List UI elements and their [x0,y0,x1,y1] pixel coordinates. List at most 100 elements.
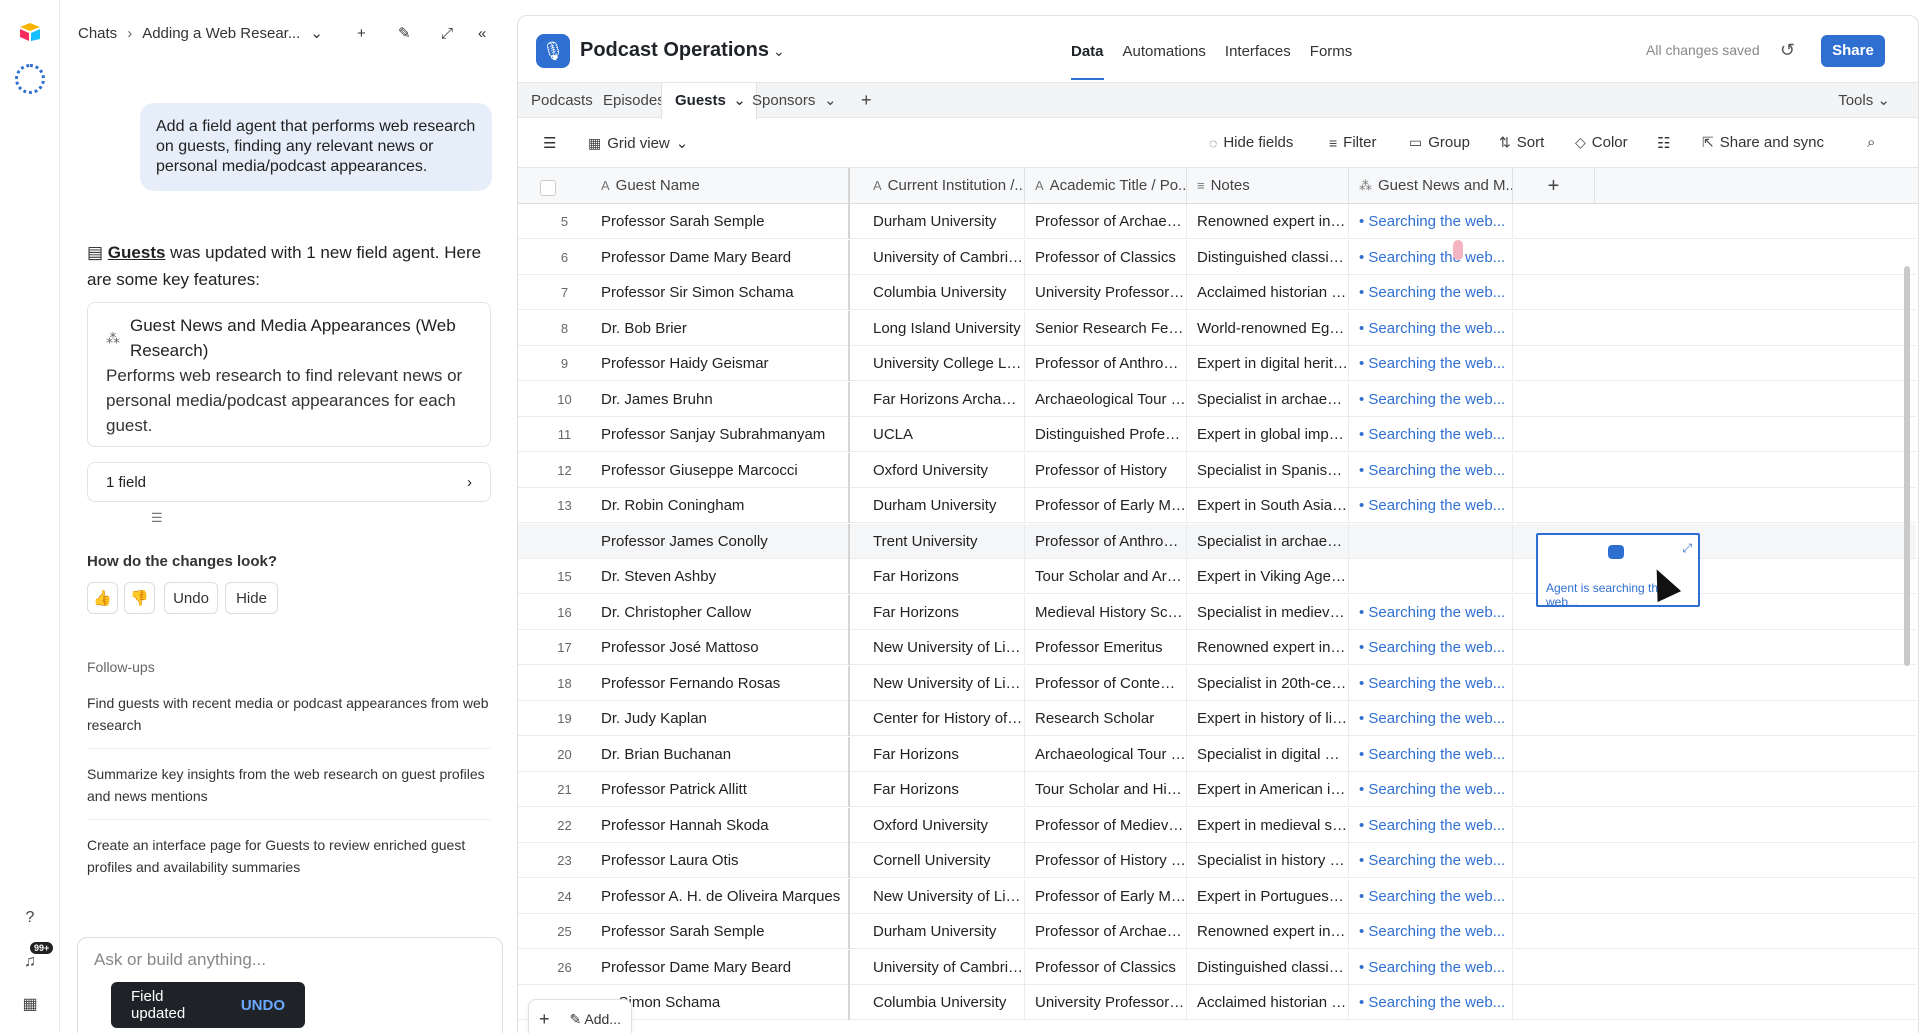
cell-name[interactable]: Professor Patrick Allitt [591,772,850,807]
cell-notes[interactable]: Renowned expert in medi... [1187,204,1349,239]
cell-title[interactable]: Professor of Classics [1025,949,1187,985]
cell-web[interactable]: Searching the web... [1349,381,1513,417]
cell-web[interactable]: Searching the web... [1349,949,1513,985]
cell-title[interactable]: University Professor of Ar... [1025,275,1187,310]
field-count-button[interactable]: 1 field › [87,462,491,502]
cell-web[interactable]: Searching the web... [1349,843,1513,878]
cell-notes[interactable]: Distinguished classicist a... [1187,949,1349,985]
table-row[interactable]: 21 Professor Patrick Allitt Far Horizons To… [518,772,1916,807]
cell-web[interactable] [1349,523,1513,559]
table-row[interactable]: or Simon Schama Columbia University Univer… [518,985,1916,1020]
cell-inst[interactable]: Trent University [863,523,1025,559]
cell-name[interactable]: Dr. Brian Buchanan [591,736,850,772]
cell-title[interactable]: Professor of History [1025,452,1187,488]
filter-button[interactable]: ≡ Filter [1329,134,1377,151]
cell-title[interactable]: Professor of Contempora... [1025,665,1187,701]
cell-web[interactable]: Searching the web... [1349,488,1513,523]
chevron-down-icon[interactable]: ⌄ [310,24,323,42]
vertical-scrollbar[interactable] [1904,266,1910,666]
cell-name[interactable]: Professor Laura Otis [591,843,850,878]
sort-button[interactable]: ⇅ Sort [1499,134,1544,151]
cell-inst[interactable]: Columbia University [863,985,1025,1020]
cell-name[interactable]: Professor Dame Mary Beard [591,239,850,275]
cell-web[interactable] [1349,559,1513,594]
cell-inst[interactable]: Durham University [863,488,1025,523]
column-institution[interactable]: A Current Institution /... [863,168,1025,204]
undo-button[interactable]: Undo [164,582,218,614]
cell-name[interactable]: Professor A. H. de Oliveira Marques [591,878,850,914]
cell-title[interactable]: Archaeological Tour Scho... [1025,736,1187,772]
cell-inst[interactable]: Far Horizons [863,594,1025,630]
cell-web[interactable]: Searching the web... [1349,452,1513,488]
cell-title[interactable]: Professor of Early Mediev... [1025,488,1187,523]
cell-inst[interactable]: University College London [863,346,1025,381]
cell-name[interactable]: Professor Sarah Semple [591,914,850,949]
table-row[interactable]: 20 Dr. Brian Buchanan Far Horizons Archaeol… [518,736,1916,772]
view-switcher[interactable]: ▦ Grid view ⌄ [588,134,688,153]
cell-notes[interactable]: Distinguished classicist a... [1187,239,1349,275]
cell-title[interactable]: Distinguished Professor o... [1025,417,1187,452]
cell-inst[interactable]: Far Horizons [863,559,1025,594]
thumbs-down-button[interactable]: 👎 [124,582,155,614]
cell-title[interactable]: Professor of Classics [1025,239,1187,275]
cell-web[interactable]: Searching the web... [1349,346,1513,381]
color-button[interactable]: ◇ Color [1575,134,1628,151]
cell-title[interactable]: Professor of Medieval His... [1025,807,1187,843]
sparkle-tool-icon[interactable]: ✎ [398,20,411,46]
cell-web[interactable]: Searching the web... [1349,630,1513,665]
cell-web[interactable]: Searching the web... [1349,807,1513,843]
add-table-plus-icon[interactable]: + [848,83,885,118]
breadcrumb-chats[interactable]: Chats [78,25,117,42]
table-row[interactable]: 15 Dr. Steven Ashby Far Horizons Tour Schol… [518,559,1916,594]
cell-notes[interactable]: Specialist in archaeologic... [1187,381,1349,417]
menu-icon[interactable]: ☰ [543,134,556,152]
followup-item[interactable]: Summarize key insights from the web rese… [87,763,491,820]
nav-forms[interactable]: Forms [1310,43,1353,80]
table-row[interactable]: 13 Dr. Robin Coningham Durham University Pr… [518,488,1916,523]
group-button[interactable]: ▭ Group [1409,134,1470,151]
cell-name[interactable]: Dr. Steven Ashby [591,559,850,594]
cell-title[interactable]: Tour Scholar and Archaeo... [1025,559,1187,594]
table-row[interactable]: 10 Dr. James Bruhn Far Horizons Archaeolog… [518,381,1916,417]
cell-inst[interactable]: Far Horizons Archaeologi... [863,381,1025,417]
cell-title[interactable]: Professor Emeritus [1025,630,1187,665]
cell-notes[interactable]: Expert in Viking Age arch... [1187,559,1349,594]
checklist-icon[interactable]: ☰ [151,510,163,526]
table-row[interactable]: 17 Professor José Mattoso New University o… [518,630,1916,665]
select-all-checkbox[interactable] [540,180,556,196]
table-row[interactable]: 19 Dr. Judy Kaplan Center for History of S… [518,701,1916,736]
cell-inst[interactable]: Oxford University [863,807,1025,843]
cell-notes[interactable]: Expert in American intelle... [1187,772,1349,807]
table-row[interactable]: 8 Dr. Bob Brier Long Island University Seni… [518,310,1916,346]
cell-name[interactable]: Dr. James Bruhn [591,381,850,417]
hide-button[interactable]: Hide [225,582,278,614]
microphone-icon[interactable]: 🎙 [536,34,570,68]
cell-notes[interactable]: Specialist in history of sci... [1187,843,1349,878]
table-row[interactable]: 25 Professor Sarah Semple Durham Universit… [518,914,1916,949]
cell-notes[interactable]: Specialist in digital metho... [1187,736,1349,772]
cell-title[interactable]: Senior Research Fellow [1025,310,1187,346]
help-icon[interactable]: ? [20,908,40,928]
cell-inst[interactable]: Far Horizons [863,772,1025,807]
cell-name[interactable]: Professor Sanjay Subrahmanyam [591,417,850,452]
cell-notes[interactable]: Acclaimed historian and b... [1187,275,1349,310]
table-row[interactable]: 7 Professor Sir Simon Schama Columbia Univ… [518,275,1916,310]
cell-name[interactable]: Professor José Mattoso [591,630,850,665]
cell-name[interactable]: Professor Hannah Skoda [591,807,850,843]
cell-notes[interactable]: Acclaimed historian and b... [1187,985,1349,1020]
apps-grid-icon[interactable]: ▦ [20,995,40,1015]
bell-icon[interactable]: ♫ [20,952,40,972]
cell-title[interactable]: Archaeological Tour Scho... [1025,381,1187,417]
cell-inst[interactable]: Far Horizons [863,736,1025,772]
cell-inst[interactable]: Oxford University [863,452,1025,488]
table-row[interactable]: 16 Dr. Christopher Callow Far Horizons Medi… [518,594,1916,630]
cell-inst[interactable]: Durham University [863,204,1025,239]
cell-title[interactable]: Medieval History Scholar [1025,594,1187,630]
cell-inst[interactable]: New University of Lisbon [863,630,1025,665]
table-row[interactable]: 12 Professor Giuseppe Marcocci Oxford Univ… [518,452,1916,488]
table-row[interactable]: 26 Professor Dame Mary Beard University of… [518,949,1916,985]
cell-name[interactable]: Dr. Bob Brier [591,310,850,346]
cell-notes[interactable]: Expert in history of lingui... [1187,701,1349,736]
cell-notes[interactable]: Expert in Portuguese and ... [1187,878,1349,914]
cell-notes[interactable]: Expert in South Asian arc... [1187,488,1349,523]
